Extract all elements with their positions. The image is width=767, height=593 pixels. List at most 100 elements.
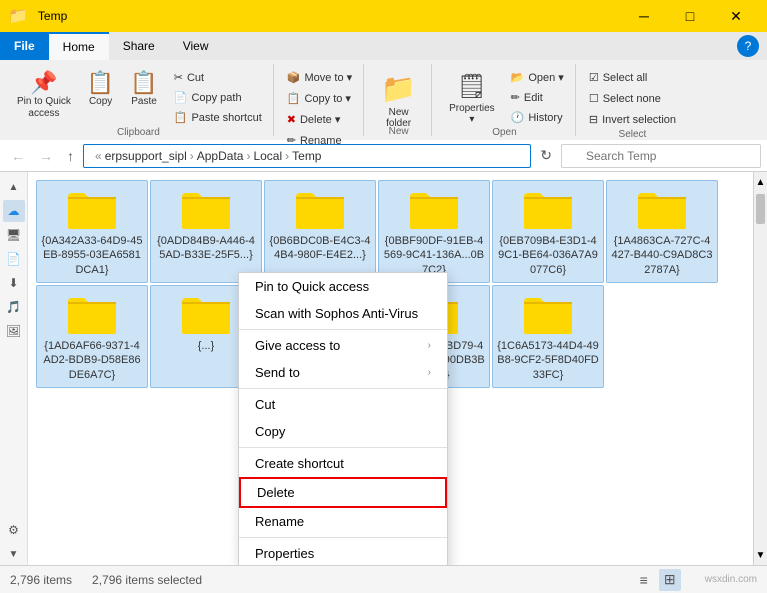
ctx-pin-quick-access[interactable]: Pin to Quick access (239, 273, 447, 300)
copy-path-icon: 📄 (174, 91, 188, 104)
clipboard-small-btns: ✂ Cut 📄 Copy path 📋 Paste shortcut (169, 68, 267, 127)
ctx-send-to-label: Send to (255, 365, 300, 380)
paste-button[interactable]: 📋 Paste (123, 68, 164, 112)
view-controls: ≡ ⊞ (633, 569, 681, 591)
ctx-delete-label: Delete (257, 485, 295, 500)
clipboard-buttons: 📌 Pin to Quickaccess 📋 Copy 📋 Paste ✂ Cu… (10, 68, 267, 127)
tab-file[interactable]: File (0, 32, 49, 60)
folder-item[interactable]: {0B6BDC0B-E4C3-44B4-980F-E4E2...} (264, 180, 376, 283)
title-bar-icons: 📁 (8, 6, 28, 26)
tab-home[interactable]: Home (49, 32, 109, 60)
ctx-sep-4 (239, 537, 447, 538)
copy-path-label: Copy path (191, 92, 241, 104)
copy-icon: 📋 (87, 72, 114, 94)
copy-to-button[interactable]: 📋 Copy to ▾ (282, 89, 357, 108)
ribbon-group-organize: 📦 Move to ▾ 📋 Copy to ▾ ✖ Delete ▾ ✏ Ren… (276, 64, 364, 136)
paste-icon: 📋 (130, 72, 157, 94)
select-all-button[interactable]: ☑ Select all (584, 68, 681, 87)
ctx-give-access[interactable]: Give access to › (239, 332, 447, 359)
clipboard-group-label: Clipboard (117, 127, 160, 138)
ctx-rename[interactable]: Rename (239, 508, 447, 535)
folder-item[interactable]: {0A342A33-64D9-45EB-8955-03EA6581DCA1} (36, 180, 148, 283)
history-button[interactable]: 🕐 History (506, 108, 569, 127)
ctx-sep-2 (239, 388, 447, 389)
folder-item[interactable]: {0BBF90DF-91EB-4569-9C41-136A...0B7C2} (378, 180, 490, 283)
window-icon: 📁 (8, 6, 28, 26)
delete-ribbon-button[interactable]: ✖ Delete ▾ (282, 110, 357, 129)
scroll-up-button[interactable]: ▲ (754, 172, 767, 192)
folder-label: {0EB709B4-E3D1-49C1-BE64-036A7A9077C6} (497, 234, 599, 276)
properties-button[interactable]: 🗒 Properties▾ (440, 68, 504, 126)
properties-icon: 🗒 (457, 72, 487, 101)
nav-desktop[interactable]: 🖥 (3, 224, 25, 246)
move-to-button[interactable]: 📦 Move to ▾ (282, 68, 357, 87)
ctx-send-to[interactable]: Send to › (239, 359, 447, 386)
select-none-label: Select none (603, 93, 661, 105)
minimize-button[interactable]: ─ (621, 0, 667, 32)
ctx-cut-label: Cut (255, 397, 275, 412)
ribbon-group-open: 🗒 Properties▾ 📂 Open ▾ ✏ Edit 🕐 History … (434, 64, 576, 136)
tab-view[interactable]: View (169, 32, 223, 60)
folder-item[interactable]: {1C6A5173-44D4-49B8-9CF2-5F8D40FD33FC} (492, 285, 604, 388)
open-group-col: 📂 Open ▾ ✏ Edit 🕐 History (506, 68, 569, 127)
up-button[interactable]: ↑ (62, 145, 79, 167)
select-none-button[interactable]: ☐ Select none (584, 89, 681, 108)
nav-docs[interactable]: 📄 (3, 248, 25, 270)
ctx-copy[interactable]: Copy (239, 418, 447, 445)
folder-label: {0ADD84B9-A446-45AD-B33E-25F5...} (155, 234, 257, 263)
grid-view-button[interactable]: ⊞ (659, 569, 681, 591)
folder-item[interactable]: {0EB709B4-E3D1-49C1-BE64-036A7A9077C6} (492, 180, 604, 283)
vertical-scrollbar[interactable]: ▲ ▼ (753, 172, 767, 565)
ctx-scan-antivirus[interactable]: Scan with Sophos Anti-Virus (239, 300, 447, 327)
forward-button[interactable]: → (34, 145, 58, 167)
folder-item[interactable]: {1AD6AF66-9371-4AD2-BDB9-D58E86DE6A7C} (36, 285, 148, 388)
refresh-button[interactable]: ↻ (535, 144, 557, 167)
cut-button[interactable]: ✂ Cut (169, 68, 267, 87)
ctx-properties[interactable]: Properties (239, 540, 447, 565)
nav-settings[interactable]: ⚙ (3, 519, 25, 541)
new-folder-icon: 📁 (381, 72, 416, 105)
path-part-1: AppData (197, 149, 244, 163)
paste-shortcut-button[interactable]: 📋 Paste shortcut (169, 108, 267, 127)
new-folder-button[interactable]: 📁 Newfolder (372, 68, 425, 126)
maximize-button[interactable]: □ (667, 0, 713, 32)
tab-share[interactable]: Share (109, 32, 169, 60)
path-part-2: Local (253, 149, 282, 163)
scroll-down-button[interactable]: ▼ (754, 545, 767, 565)
open-button[interactable]: 📂 Open ▾ (506, 68, 569, 87)
invert-selection-button[interactable]: ⊟ Invert selection (584, 110, 681, 129)
copy-button[interactable]: 📋 Copy (80, 68, 121, 112)
folder-item[interactable]: {1A4863CA-727C-4427-B440-C9AD8C32787A} (606, 180, 718, 283)
paste-shortcut-label: Paste shortcut (191, 112, 261, 124)
scroll-track (754, 226, 767, 545)
ribbon-tabs: File Home Share View ? (0, 32, 767, 60)
nav-cloud[interactable]: ☁ (3, 200, 25, 222)
ctx-cut[interactable]: Cut (239, 391, 447, 418)
search-input[interactable] (561, 144, 761, 168)
ctx-create-shortcut-label: Create shortcut (255, 456, 344, 471)
path-part-3: Temp (292, 149, 321, 163)
selected-count: 2,796 items selected (92, 573, 202, 587)
ctx-delete[interactable]: Delete (239, 477, 447, 508)
nav-pictures[interactable]: 🖼 (3, 320, 25, 342)
invert-label: Invert selection (602, 114, 676, 126)
status-bar: 2,796 items 2,796 items selected ≡ ⊞ wsx… (0, 565, 767, 593)
pin-quick-access-button[interactable]: 📌 Pin to Quickaccess (10, 68, 78, 124)
address-path[interactable]: « erpsupport_sipl › AppData › Local › Te… (83, 144, 531, 168)
copy-path-button[interactable]: 📄 Copy path (169, 88, 267, 107)
close-button[interactable]: ✕ (713, 0, 759, 32)
back-button[interactable]: ← (6, 145, 30, 167)
ribbon-content: 📌 Pin to Quickaccess 📋 Copy 📋 Paste ✂ Cu… (0, 60, 767, 140)
folder-icon (180, 292, 232, 336)
scroll-thumb[interactable] (756, 194, 765, 224)
list-view-button[interactable]: ≡ (633, 569, 655, 591)
edit-button[interactable]: ✏ Edit (506, 88, 569, 107)
copy-to-icon: 📋 (287, 92, 301, 105)
nav-up-arrow[interactable]: ▲ (3, 176, 25, 198)
ctx-create-shortcut[interactable]: Create shortcut (239, 450, 447, 477)
help-button[interactable]: ? (737, 35, 759, 57)
folder-item[interactable]: {0ADD84B9-A446-45AD-B33E-25F5...} (150, 180, 262, 283)
nav-downloads[interactable]: ⬇ (3, 272, 25, 294)
nav-music[interactable]: 🎵 (3, 296, 25, 318)
nav-expand[interactable]: ▼ (3, 543, 25, 565)
